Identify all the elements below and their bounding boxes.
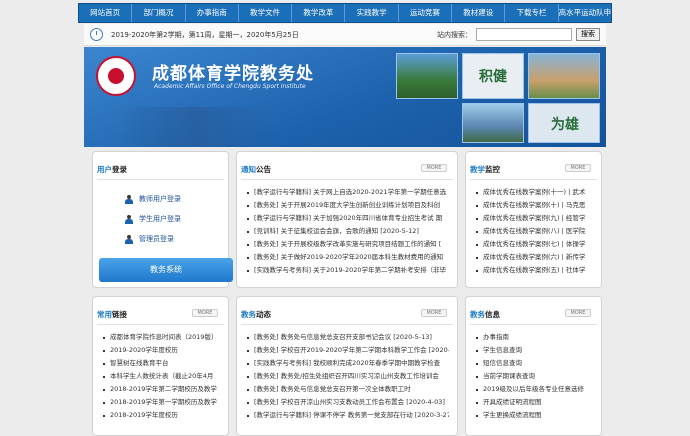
list-item-link[interactable]: [教务处] 学校召开2019-2020学年第二学期本科教学工作会 [2020- bbox=[247, 344, 449, 357]
stadium-photo bbox=[462, 103, 524, 143]
panel-title: 教务信息 bbox=[470, 310, 500, 319]
list-item-link[interactable]: [教学运行与学籍科] 关于网上自选2020-2021学年第一学期任意选 bbox=[247, 186, 449, 199]
teaching-news-panel: 教务动态 MORE [教务处] 教务处与信息党总支召开支部书记会议 [2020-… bbox=[236, 296, 458, 436]
list-item-link[interactable]: 短信信息查询 bbox=[476, 357, 593, 370]
calligraphy-tile: 积健 bbox=[462, 53, 524, 99]
list-item-link[interactable]: 学生信息查询 bbox=[476, 344, 593, 357]
list-item-link[interactable]: 学生更换成绩流程图 bbox=[476, 409, 593, 422]
more-button[interactable]: MORE bbox=[421, 164, 447, 172]
list-item-link[interactable]: 成体优秀在线教学案例(八) | 医学院 bbox=[476, 225, 593, 238]
links-list: 成都体育学院作息时间表（2019版） 2019-2020学年度校历 智慧树在线教育平… bbox=[103, 331, 220, 422]
list-item-link[interactable]: 办事指南 bbox=[476, 331, 593, 344]
more-button[interactable]: MORE bbox=[565, 309, 591, 317]
more-button[interactable]: MORE bbox=[192, 309, 218, 317]
list-item-link[interactable]: 当前学期课表查询 bbox=[476, 370, 593, 383]
teaching-news-list: [教务处] 教务处与信息党总支召开支部书记会议 [2020-5-13] [教务处]… bbox=[247, 331, 449, 422]
panel-title: 常用链接 bbox=[97, 310, 127, 319]
user-icon bbox=[125, 234, 133, 244]
nav-item[interactable]: 下载专栏 bbox=[505, 4, 559, 22]
list-item-link[interactable]: [教务处] 教务处与信息党总支召开第一次全体教职工时 bbox=[247, 383, 449, 396]
list-item-link[interactable]: 智慧树在线教育平台 bbox=[103, 357, 220, 370]
list-item-link[interactable]: 开具成绩证明流程图 bbox=[476, 396, 593, 409]
links-panel: 常用链接 MORE 成都体育学院作息时间表（2019版） 2019-2020学年度… bbox=[92, 296, 229, 436]
list-item-link[interactable]: [教学运行与学籍科] 关于加强2020年四川省体育专业招生考试 期 bbox=[247, 212, 449, 225]
search-label: 站内搜索： bbox=[437, 30, 472, 39]
nav-item[interactable]: 教学改革 bbox=[292, 4, 346, 22]
current-date: 2019-2020年第2学期，第11周，星期一，2020年5月25日 bbox=[111, 30, 299, 39]
nav-item[interactable]: 教材建设 bbox=[452, 4, 506, 22]
list-item-link[interactable]: 成体优秀在线教学案例(五) | 社体学 bbox=[476, 264, 593, 277]
list-item-link[interactable]: 成体优秀在线教学案例(六) | 新传学 bbox=[476, 251, 593, 264]
student-login-link[interactable]: 学生用户登录 bbox=[125, 214, 181, 224]
list-item-link[interactable]: 2018-2019学年度校历 bbox=[103, 409, 220, 422]
teacher-login-link[interactable]: 教师用户登录 bbox=[125, 194, 181, 204]
list-item-link[interactable]: [竞训科] 关于征集校运会会旗，会歌的通知 [2020-5-12] bbox=[247, 225, 449, 238]
search-input[interactable] bbox=[476, 28, 572, 41]
header-banner: 成都体育学院教务处 Academic Affairs Office of Che… bbox=[84, 47, 606, 147]
campus-photo bbox=[396, 53, 458, 99]
nav-item[interactable]: 网站首页 bbox=[79, 4, 133, 22]
site-subtitle: Academic Affairs Office of Chengdu Sport… bbox=[154, 83, 306, 90]
user-icon bbox=[125, 214, 133, 224]
notice-list: [教学运行与学籍科] 关于网上自选2020-2021学年第一学期任意选 [教务处]… bbox=[247, 186, 449, 277]
list-item-link[interactable]: 本科学生人数统计表（截止20年4月 bbox=[103, 370, 220, 383]
teaching-info-panel: 教务信息 MORE 办事指南 学生信息查询 短信信息查询 当前学期课表查询 2019级及… bbox=[465, 296, 602, 436]
monitor-list: 成体优秀在线教学案例(十一) | 武术 成体优秀在线教学案例(十) | 马克思 成体… bbox=[476, 186, 593, 277]
list-item-link[interactable]: [教务处] 教务处/招生处组织召开四川实习凉山州支教工作培训会 bbox=[247, 370, 449, 383]
list-item-link[interactable]: [教务处] 关于做好2019-2020学年2020届本科生教材费用的通知 bbox=[247, 251, 449, 264]
panel-title: 教学监控 bbox=[470, 165, 500, 174]
search-button[interactable]: 搜索 bbox=[576, 28, 600, 41]
main-nav: 网站首页 部门概况 办事指南 教学文件 教学改革 实践教学 运动竞赛 教材建设 下载专栏 高水平运… bbox=[78, 3, 612, 23]
panel-title: 通知公告 bbox=[241, 165, 271, 174]
calligraphy-text: 为雄 bbox=[551, 117, 579, 133]
more-button[interactable]: MORE bbox=[421, 309, 447, 317]
nav-item[interactable]: 部门概况 bbox=[132, 4, 186, 22]
school-logo bbox=[96, 56, 136, 96]
date-search-bar: 2019-2020年第2学期，第11周，星期一，2020年5月25日 站内搜索：… bbox=[84, 24, 606, 46]
panel-title: 教务动态 bbox=[241, 310, 271, 319]
teaching-info-list: 办事指南 学生信息查询 短信信息查询 当前学期课表查询 2019级及以后年级各专业任意选… bbox=[476, 331, 593, 422]
nav-item[interactable]: 办事指南 bbox=[186, 4, 239, 22]
horse-race-image bbox=[114, 107, 274, 147]
notice-panel: 通知公告 MORE [教学运行与学籍科] 关于网上自选2020-2021学年第一… bbox=[236, 151, 458, 288]
academic-system-button[interactable]: 教务系统 bbox=[99, 258, 233, 282]
nav-item[interactable]: 高水平运动队申报 bbox=[559, 4, 611, 22]
calligraphy-tile: 为雄 bbox=[528, 103, 600, 143]
user-icon bbox=[125, 194, 133, 204]
panel-title: 用户登录 bbox=[97, 165, 127, 174]
list-item-link[interactable]: 成体优秀在线教学案例(七) | 体操学 bbox=[476, 238, 593, 251]
login-panel: 用户登录 教师用户登录 学生用户登录 管理员登录 教务系统 bbox=[92, 151, 233, 288]
list-item-link[interactable]: 2019-2020学年度校历 bbox=[103, 344, 220, 357]
list-item-link[interactable]: [实践教学与考务科] 关于2019-2020学年第二学期补考安排（非毕 bbox=[247, 264, 449, 277]
list-item-link[interactable]: 成体优秀在线教学案例(十) | 马克思 bbox=[476, 199, 593, 212]
list-item-link[interactable]: [教务处] 关于开展校级教学改革实施与研究项目结题工作的通知 [ bbox=[247, 238, 449, 251]
admin-login-link[interactable]: 管理员登录 bbox=[125, 234, 174, 244]
page: 网站首页 部门概况 办事指南 教学文件 教学改革 实践教学 运动竞赛 教材建设 下载专栏 高水平运… bbox=[0, 0, 690, 436]
list-item-link[interactable]: 2019级及以后年级各专业任意选修 bbox=[476, 383, 593, 396]
building-photo bbox=[528, 53, 600, 99]
list-item-link[interactable]: 成体优秀在线教学案例(九) | 经管学 bbox=[476, 212, 593, 225]
list-item-link[interactable]: 2018-2019学年第二学期校历及教学 bbox=[103, 383, 220, 396]
list-item-link[interactable]: [教务处] 学校召开凉山州实习支教动员工作会布置会 [2020-4-03] bbox=[247, 396, 449, 409]
list-item-link[interactable]: [教学运行与学籍科] 停课不停学 教务第一党支部在行动 [2020-3-27] bbox=[247, 409, 449, 422]
list-item-link[interactable]: 成体优秀在线教学案例(十一) | 武术 bbox=[476, 186, 593, 199]
nav-item[interactable]: 实践教学 bbox=[345, 4, 399, 22]
site-title: 成都体育学院教务处 bbox=[152, 64, 314, 84]
nav-item[interactable]: 教学文件 bbox=[239, 4, 293, 22]
monitor-panel: 教学监控 MORE 成体优秀在线教学案例(十一) | 武术 成体优秀在线教学案例(… bbox=[465, 151, 602, 288]
list-item-link[interactable]: [实践教学与考务科] 我校顺利完成2020年春季学期中期教学检查 bbox=[247, 357, 449, 370]
clock-icon bbox=[90, 28, 103, 41]
list-item-link[interactable]: [教务处] 关于开展2019年度大学生创新创业训练计划项目及科创 bbox=[247, 199, 449, 212]
list-item-link[interactable]: [教务处] 教务处与信息党总支召开支部书记会议 [2020-5-13] bbox=[247, 331, 449, 344]
nav-item[interactable]: 运动竞赛 bbox=[399, 4, 453, 22]
more-button[interactable]: MORE bbox=[565, 164, 591, 172]
list-item-link[interactable]: 成都体育学院作息时间表（2019版） bbox=[103, 331, 220, 344]
list-item-link[interactable]: 2018-2019学年第一学期校历及教学 bbox=[103, 396, 220, 409]
calligraphy-text: 积健 bbox=[479, 69, 507, 85]
